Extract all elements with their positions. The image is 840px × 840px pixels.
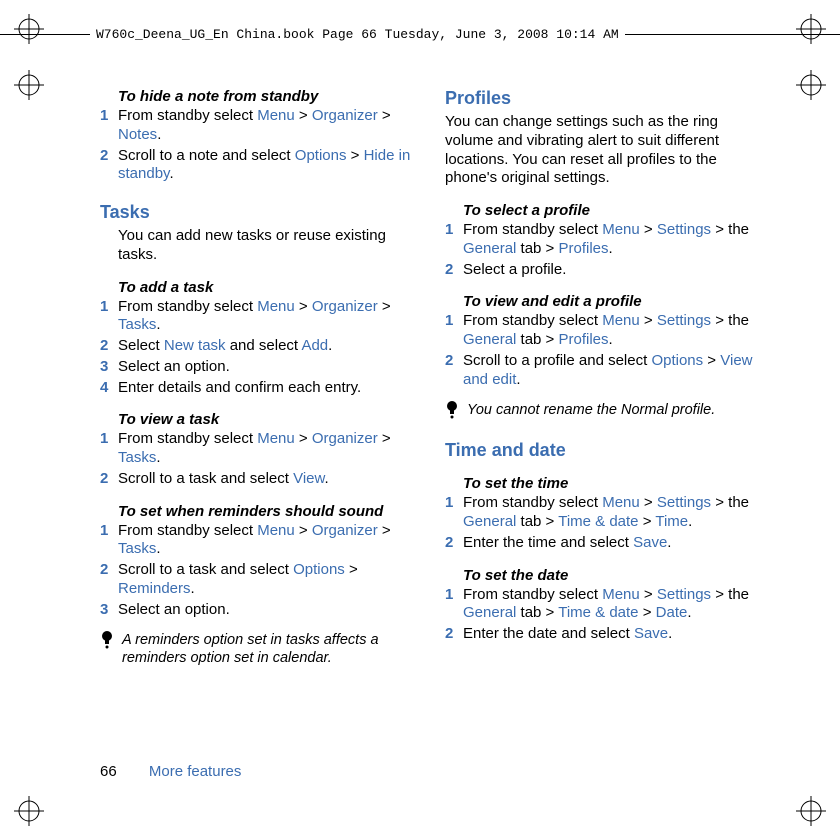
list-item: 3 Select an option. (100, 601, 415, 620)
step-number: 1 (100, 107, 118, 145)
section-profiles: Profiles (445, 88, 760, 109)
tip-icon (445, 401, 459, 422)
step-body: From standby select Menu > Organizer > T… (118, 522, 415, 560)
step-number: 1 (100, 522, 118, 560)
list-item: 2 Select New task and select Add. (100, 337, 415, 356)
reg-mark-icon (796, 14, 826, 44)
list-item: 2 Enter the date and select Save. (445, 625, 760, 644)
paragraph: You can change settings such as the ring… (445, 113, 760, 188)
reg-mark-icon (796, 70, 826, 100)
subhead-set-date: To set the date (445, 567, 760, 584)
list-item: 2 Scroll to a task and select View. (100, 470, 415, 489)
step-number: 2 (445, 261, 463, 280)
step-body: Select New task and select Add. (118, 337, 415, 356)
subhead-reminders: To set when reminders should sound (100, 503, 415, 520)
step-body: Select an option. (118, 601, 415, 620)
step-body: Enter details and confirm each entry. (118, 379, 415, 398)
step-body: Scroll to a task and select View. (118, 470, 415, 489)
list-item: 2 Scroll to a profile and select Options… (445, 352, 760, 390)
subhead-set-time: To set the time (445, 475, 760, 492)
menu-link: Options (295, 147, 347, 164)
footer-section: More features (149, 763, 242, 780)
list-item: 3 Select an option. (100, 358, 415, 377)
reg-mark-icon (14, 796, 44, 826)
step-number: 1 (445, 221, 463, 259)
page-number: 66 (100, 763, 117, 780)
right-column: Profiles You can change settings such as… (445, 88, 760, 668)
step-body: Select a profile. (463, 261, 760, 280)
list-item: 2 Scroll to a note and select Options > … (100, 147, 415, 185)
list-item: 1 From standby select Menu > Settings > … (445, 494, 760, 532)
step-body: From standby select Menu > Settings > th… (463, 494, 760, 532)
step-body: Select an option. (118, 358, 415, 377)
step-number: 2 (100, 561, 118, 599)
step-body: From standby select Menu > Settings > th… (463, 586, 760, 624)
menu-link: Notes (118, 126, 157, 143)
step-body: Enter the time and select Save. (463, 534, 760, 553)
step-number: 1 (445, 494, 463, 532)
reg-mark-icon (14, 70, 44, 100)
subhead-select-profile: To select a profile (445, 202, 760, 219)
reg-mark-icon (14, 14, 44, 44)
subhead-view-edit: To view and edit a profile (445, 293, 760, 310)
subhead-hide-note: To hide a note from standby (100, 88, 415, 105)
step-number: 2 (445, 352, 463, 390)
step-body: From standby select Menu > Settings > th… (463, 221, 760, 259)
step-body: From standby select Menu > Settings > th… (463, 312, 760, 350)
tip-row: A reminders option set in tasks affects … (100, 631, 415, 667)
list-item: 1 From standby select Menu > Organizer >… (100, 430, 415, 468)
list-item: 4 Enter details and confirm each entry. (100, 379, 415, 398)
list-item: 2 Scroll to a task and select Options > … (100, 561, 415, 599)
step-number: 3 (100, 358, 118, 377)
tip-text: You cannot rename the Normal profile. (467, 401, 760, 419)
step-number: 3 (100, 601, 118, 620)
list-item: 1 From standby select Menu > Settings > … (445, 221, 760, 259)
step-number: 2 (100, 147, 118, 185)
step-number: 2 (100, 337, 118, 356)
step-body: Scroll to a profile and select Options >… (463, 352, 760, 390)
tip-icon (100, 631, 114, 652)
book-header: W760c_Deena_UG_En China.book Page 66 Tue… (0, 20, 840, 48)
paragraph: You can add new tasks or reuse existing … (100, 227, 415, 265)
menu-link: Menu (257, 107, 295, 124)
left-column: To hide a note from standby 1 From stand… (100, 88, 415, 668)
page-footer: 66 More features (100, 763, 241, 780)
step-number: 2 (100, 470, 118, 489)
header-text: W760c_Deena_UG_En China.book Page 66 Tue… (90, 27, 625, 42)
tip-text: A reminders option set in tasks affects … (122, 631, 415, 667)
list-item: 1 From standby select Menu > Settings > … (445, 586, 760, 624)
list-item: 1 From standby select Menu > Organizer >… (100, 107, 415, 145)
step-number: 1 (445, 586, 463, 624)
menu-link: Organizer (312, 107, 378, 124)
step-body: Scroll to a task and select Options > Re… (118, 561, 415, 599)
step-number: 1 (445, 312, 463, 350)
list-item: 1 From standby select Menu > Organizer >… (100, 522, 415, 560)
step-number: 2 (445, 625, 463, 644)
list-item: 1 From standby select Menu > Settings > … (445, 312, 760, 350)
step-number: 2 (445, 534, 463, 553)
content-columns: To hide a note from standby 1 From stand… (100, 88, 760, 668)
step-body: From standby select Menu > Organizer > T… (118, 298, 415, 336)
step-number: 4 (100, 379, 118, 398)
list-item: 1 From standby select Menu > Organizer >… (100, 298, 415, 336)
step-body: Enter the date and select Save. (463, 625, 760, 644)
list-item: 2 Enter the time and select Save. (445, 534, 760, 553)
step-body: From standby select Menu > Organizer > T… (118, 430, 415, 468)
section-time-date: Time and date (445, 440, 760, 461)
step-body: Scroll to a note and select Options > Hi… (118, 147, 415, 185)
step-number: 1 (100, 430, 118, 468)
step-body: From standby select Menu > Organizer > N… (118, 107, 415, 145)
reg-mark-icon (796, 796, 826, 826)
subhead-add-task: To add a task (100, 279, 415, 296)
step-number: 1 (100, 298, 118, 336)
tip-row: You cannot rename the Normal profile. (445, 401, 760, 422)
subhead-view-task: To view a task (100, 411, 415, 428)
section-tasks: Tasks (100, 202, 415, 223)
list-item: 2 Select a profile. (445, 261, 760, 280)
